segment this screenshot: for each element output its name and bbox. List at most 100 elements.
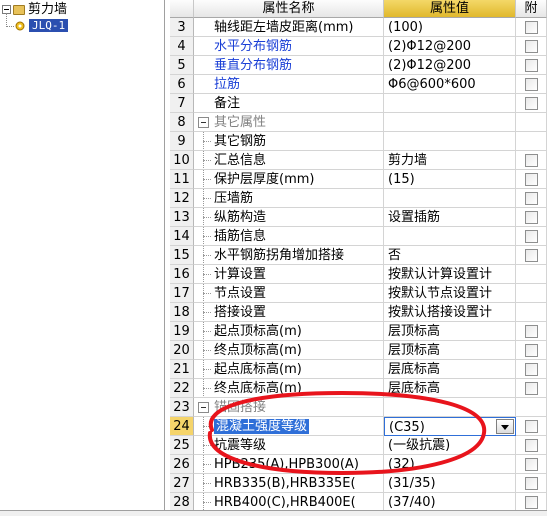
property-row[interactable]: 9 其它钢筋 xyxy=(170,132,547,151)
property-name-cell[interactable]: 起点底标高(m) xyxy=(194,360,384,379)
attach-checkbox[interactable] xyxy=(525,344,538,357)
property-name-cell[interactable]: HPB235(A),HPB300(A) xyxy=(194,455,384,474)
tree-node-root[interactable]: 剪力墙 xyxy=(2,2,67,18)
property-name-cell[interactable]: HRB335(B),HRB335E( xyxy=(194,474,384,493)
property-row[interactable]: 7 备注 xyxy=(170,94,547,113)
property-value-cell[interactable]: 层底标高 xyxy=(384,379,516,398)
property-row[interactable]: 6 拉筋 Φ6@600*600 xyxy=(170,75,547,94)
property-value-cell[interactable]: (32) xyxy=(384,455,516,474)
property-name-cell[interactable]: 水平分布钢筋 xyxy=(194,37,384,56)
property-value-cell[interactable]: Φ6@600*600 xyxy=(384,75,516,94)
property-name-cell[interactable]: 插筋信息 xyxy=(194,227,384,246)
property-name-cell[interactable]: 终点顶标高(m) xyxy=(194,341,384,360)
property-value-cell[interactable] xyxy=(384,189,516,208)
property-row[interactable]: 12 压墙筋 xyxy=(170,189,547,208)
property-value-cell[interactable]: 按默认节点设置计 xyxy=(384,284,516,303)
property-name-cell[interactable]: 其它属性 xyxy=(194,113,384,132)
property-value-cell[interactable] xyxy=(384,94,516,113)
property-name-cell[interactable]: 保护层厚度(mm) xyxy=(194,170,384,189)
property-row[interactable]: 4 水平分布钢筋 (2)Φ12@200 xyxy=(170,37,547,56)
dropdown-arrow-icon[interactable] xyxy=(496,419,514,434)
property-value-cell[interactable]: 否 xyxy=(384,246,516,265)
attach-checkbox[interactable] xyxy=(525,363,538,376)
property-row[interactable]: 24 混凝土强度等级 (C35) xyxy=(170,417,547,436)
attach-checkbox[interactable] xyxy=(525,458,538,471)
property-name-cell[interactable]: 轴线距左墙皮距离(mm) xyxy=(194,18,384,37)
attach-checkbox[interactable] xyxy=(525,59,538,72)
property-name-cell[interactable]: 抗震等级 xyxy=(194,436,384,455)
property-row[interactable]: 3 轴线距左墙皮距离(mm) (100) xyxy=(170,18,547,37)
attach-checkbox[interactable] xyxy=(525,21,538,34)
attach-checkbox[interactable] xyxy=(525,496,538,509)
property-value-cell[interactable]: 剪力墙 xyxy=(384,151,516,170)
property-name-cell[interactable]: 起点顶标高(m) xyxy=(194,322,384,341)
property-row[interactable]: 17 节点设置 按默认节点设置计 xyxy=(170,284,547,303)
attach-checkbox[interactable] xyxy=(525,382,538,395)
property-name-cell[interactable]: 拉筋 xyxy=(194,75,384,94)
attach-checkbox[interactable] xyxy=(525,439,538,452)
group-row[interactable]: 8 其它属性 xyxy=(170,113,547,132)
attach-checkbox[interactable] xyxy=(525,154,538,167)
property-value-cell[interactable]: 层顶标高 xyxy=(384,322,516,341)
property-name-cell[interactable]: 纵筋构造 xyxy=(194,208,384,227)
property-name-cell[interactable]: 搭接设置 xyxy=(194,303,384,322)
property-name-cell[interactable]: 计算设置 xyxy=(194,265,384,284)
property-value-cell[interactable]: 层底标高 xyxy=(384,360,516,379)
property-row[interactable]: 25 抗震等级 (一级抗震) xyxy=(170,436,547,455)
attach-checkbox[interactable] xyxy=(525,249,538,262)
property-row[interactable]: 20 终点顶标高(m) 层顶标高 xyxy=(170,341,547,360)
property-name-cell[interactable]: 混凝土强度等级 xyxy=(194,417,384,436)
property-value-cell[interactable]: (2)Φ12@200 xyxy=(384,37,516,56)
attach-checkbox[interactable] xyxy=(525,78,538,91)
property-value-cell[interactable] xyxy=(384,132,516,151)
property-value-cell[interactable]: (2)Φ12@200 xyxy=(384,56,516,75)
collapse-icon[interactable] xyxy=(198,402,209,413)
property-value-cell[interactable]: 按默认计算设置计 xyxy=(384,265,516,284)
tree-node-child[interactable]: JLQ-1 xyxy=(14,18,69,34)
property-row[interactable]: 10 汇总信息 剪力墙 xyxy=(170,151,547,170)
collapse-icon[interactable] xyxy=(198,117,209,128)
property-value-cell[interactable] xyxy=(384,227,516,246)
property-name-cell[interactable]: 备注 xyxy=(194,94,384,113)
property-value-cell[interactable]: (一级抗震) xyxy=(384,436,516,455)
header-value[interactable]: 属性值 xyxy=(384,0,516,18)
attach-checkbox[interactable] xyxy=(525,192,538,205)
property-row[interactable]: 27 HRB335(B),HRB335E((31/35) xyxy=(170,474,547,493)
property-value-cell[interactable]: 设置插筋 xyxy=(384,208,516,227)
property-row[interactable]: 13 纵筋构造 设置插筋 xyxy=(170,208,547,227)
attach-checkbox[interactable] xyxy=(525,173,538,186)
attach-checkbox[interactable] xyxy=(525,230,538,243)
property-row[interactable]: 15 水平钢筋拐角增加搭接 否 xyxy=(170,246,547,265)
attach-checkbox[interactable] xyxy=(525,420,538,433)
property-row[interactable]: 21 起点底标高(m) 层底标高 xyxy=(170,360,547,379)
property-name-cell[interactable]: 汇总信息 xyxy=(194,151,384,170)
property-value-select[interactable]: (C35) xyxy=(384,417,516,436)
property-value-cell[interactable]: (100) xyxy=(384,18,516,37)
property-row[interactable]: 5 垂直分布钢筋 (2)Φ12@200 xyxy=(170,56,547,75)
property-row[interactable]: 11 保护层厚度(mm) (15) xyxy=(170,170,547,189)
property-value-cell[interactable]: (31/35) xyxy=(384,474,516,493)
property-row[interactable]: 19 起点顶标高(m) 层顶标高 xyxy=(170,322,547,341)
property-row[interactable]: 26 HPB235(A),HPB300(A) (32) xyxy=(170,455,547,474)
property-row[interactable]: 22 终点底标高(m) 层底标高 xyxy=(170,379,547,398)
property-name-cell[interactable]: 垂直分布钢筋 xyxy=(194,56,384,75)
group-row[interactable]: 23 锚固搭接 xyxy=(170,398,547,417)
property-name-cell[interactable]: 节点设置 xyxy=(194,284,384,303)
attach-checkbox[interactable] xyxy=(525,211,538,224)
property-row[interactable]: 14 插筋信息 xyxy=(170,227,547,246)
attach-checkbox[interactable] xyxy=(525,477,538,490)
attach-checkbox[interactable] xyxy=(525,325,538,338)
attach-checkbox[interactable] xyxy=(525,97,538,110)
property-row[interactable]: 16 计算设置 按默认计算设置计 xyxy=(170,265,547,284)
header-attach[interactable]: 附 xyxy=(516,0,547,18)
property-value-cell[interactable]: 层顶标高 xyxy=(384,341,516,360)
property-name-cell[interactable]: 终点底标高(m) xyxy=(194,379,384,398)
property-row[interactable]: 18 搭接设置 按默认搭接设置计 xyxy=(170,303,547,322)
property-value-cell[interactable]: (15) xyxy=(384,170,516,189)
property-name-cell[interactable]: 锚固搭接 xyxy=(194,398,384,417)
property-value-cell[interactable]: 按默认搭接设置计 xyxy=(384,303,516,322)
property-name-cell[interactable]: 其它钢筋 xyxy=(194,132,384,151)
attach-checkbox[interactable] xyxy=(525,40,538,53)
property-name-cell[interactable]: 压墙筋 xyxy=(194,189,384,208)
property-name-cell[interactable]: 水平钢筋拐角增加搭接 xyxy=(194,246,384,265)
